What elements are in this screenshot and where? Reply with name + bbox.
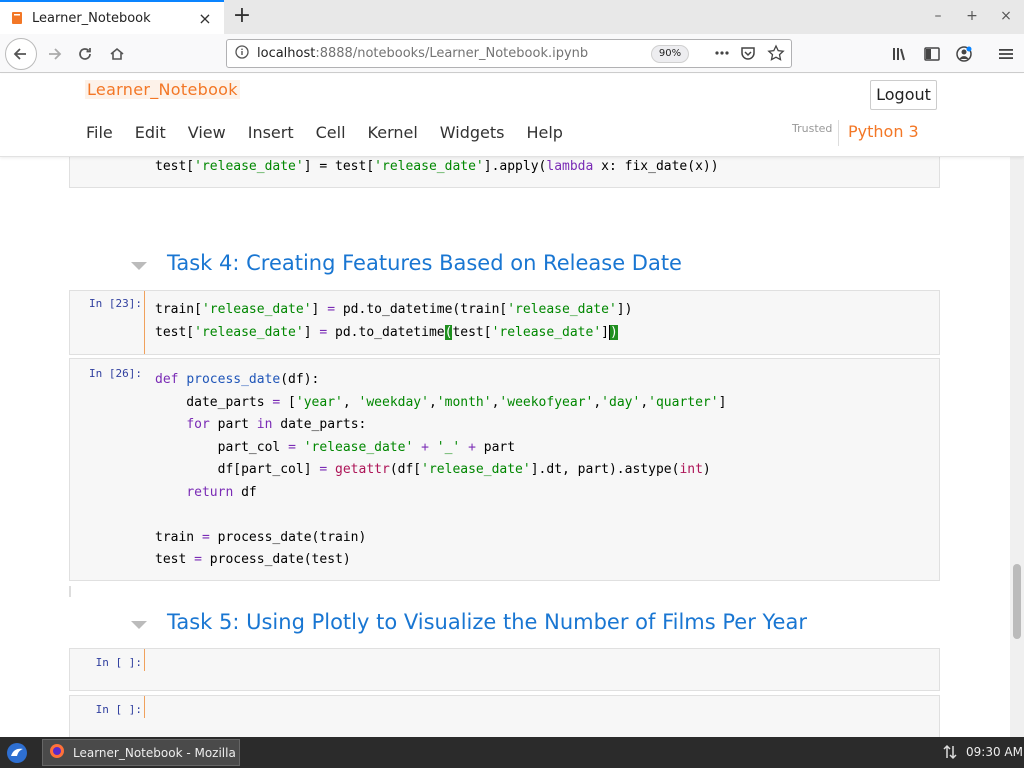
firefox-icon: [49, 743, 65, 763]
cell-prompt: In [26]:: [89, 367, 142, 380]
menu-view[interactable]: View: [177, 122, 237, 144]
logout-button[interactable]: Logout: [870, 80, 937, 110]
sidebar-icon[interactable]: [922, 44, 942, 64]
os-taskbar: Learner_Notebook - Mozilla ... 09:30 AM: [0, 737, 1024, 768]
collapse-heading-icon[interactable]: [131, 621, 147, 629]
info-icon[interactable]: [235, 44, 249, 63]
cell-prompt: In [ ]:: [95, 656, 142, 669]
tab-title: Learner_Notebook: [32, 10, 151, 26]
network-icon[interactable]: [942, 744, 958, 764]
taskbar-window-button[interactable]: Learner_Notebook - Mozilla ...: [42, 739, 240, 766]
notebook-container: test['release_date'] = test['release_dat…: [0, 157, 1010, 737]
forward-arrow-icon: [49, 48, 62, 60]
zoom-indicator[interactable]: 90%: [651, 45, 689, 63]
collapse-heading-icon[interactable]: [131, 262, 147, 270]
menu-widgets[interactable]: Widgets: [429, 122, 516, 144]
task5-heading: Task 5: Using Plotly to Visualize the Nu…: [167, 610, 807, 634]
jupyter-menu-bar: File Edit View Insert Cell Kernel Widget…: [75, 122, 574, 144]
clock: 09:30 AM: [966, 745, 1023, 759]
task4-heading: Task 4: Creating Features Based on Relea…: [167, 251, 682, 275]
kernel-name: Python 3: [848, 122, 919, 141]
reload-icon: [79, 48, 91, 60]
url-path: :8888/notebooks/Learner_Notebook.ipynb: [315, 46, 589, 61]
empty-code-cell[interactable]: In [ ]:: [69, 648, 940, 691]
menu-edit[interactable]: Edit: [124, 122, 177, 144]
vertical-scrollbar[interactable]: [1010, 157, 1024, 737]
address-bar[interactable]: localhost:8888/notebooks/Learner_Noteboo…: [226, 39, 792, 68]
markdown-cell-marker: [69, 586, 71, 597]
menu-help[interactable]: Help: [515, 122, 573, 144]
jupyter-header: Learner_Notebook Logout File Edit View I…: [0, 74, 1024, 157]
start-menu-icon[interactable]: [6, 742, 28, 768]
cell-prompt: In [ ]:: [95, 703, 142, 716]
edit-mode-gutter: [144, 696, 145, 718]
cell-code[interactable]: test['release_date'] = test['release_dat…: [155, 157, 719, 179]
page-actions-icon[interactable]: [713, 44, 731, 66]
edit-mode-gutter: [144, 649, 145, 671]
header-divider: [838, 120, 839, 146]
new-tab-button[interactable]: +: [229, 4, 255, 30]
maximize-icon[interactable]: +: [962, 8, 982, 24]
cell-prompt: In [23]:: [89, 297, 142, 310]
browser-tab[interactable]: Learner_Notebook ×: [0, 0, 224, 34]
empty-code-cell[interactable]: In [ ]:: [69, 695, 940, 737]
browser-tab-bar: Learner_Notebook × + – + ×: [0, 0, 1024, 34]
window-close-icon[interactable]: ×: [996, 8, 1016, 24]
notebook-title[interactable]: Learner_Notebook: [85, 80, 240, 99]
home-button[interactable]: [103, 40, 131, 68]
taskbar-window-label: Learner_Notebook - Mozilla ...: [73, 745, 239, 760]
menu-insert[interactable]: Insert: [237, 122, 305, 144]
pocket-icon[interactable]: [739, 44, 757, 66]
cell-code[interactable]: train['release_date'] = pd.to_datetime(t…: [155, 299, 632, 344]
back-button[interactable]: [5, 38, 37, 70]
menu-file[interactable]: File: [75, 122, 124, 144]
code-cell-26[interactable]: In [26]: def process_date(df): date_part…: [69, 358, 940, 581]
menu-cell[interactable]: Cell: [305, 122, 357, 144]
forward-button[interactable]: [40, 40, 68, 68]
home-icon: [110, 47, 124, 60]
tab-close-icon[interactable]: ×: [196, 9, 214, 28]
cell-code[interactable]: def process_date(df): date_parts = ['yea…: [155, 369, 726, 572]
code-cell-23[interactable]: In [23]: train['release_date'] = pd.to_d…: [69, 290, 940, 355]
trusted-indicator[interactable]: Trusted: [792, 122, 832, 135]
menu-kernel[interactable]: Kernel: [357, 122, 429, 144]
browser-nav-bar: localhost:8888/notebooks/Learner_Noteboo…: [0, 34, 1024, 73]
minimize-icon[interactable]: –: [928, 8, 948, 24]
edit-mode-gutter: [144, 291, 145, 354]
hamburger-menu-icon[interactable]: [996, 44, 1016, 64]
code-cell[interactable]: test['release_date'] = test['release_dat…: [69, 157, 940, 188]
library-icon[interactable]: [890, 44, 910, 64]
account-icon[interactable]: [954, 44, 974, 64]
scrollbar-thumb[interactable]: [1013, 564, 1021, 639]
reload-button[interactable]: [71, 40, 99, 68]
bookmark-star-icon[interactable]: [767, 44, 785, 66]
url-host: localhost: [257, 46, 316, 61]
notebook-favicon-icon: [10, 11, 24, 25]
back-arrow-icon: [13, 48, 26, 60]
